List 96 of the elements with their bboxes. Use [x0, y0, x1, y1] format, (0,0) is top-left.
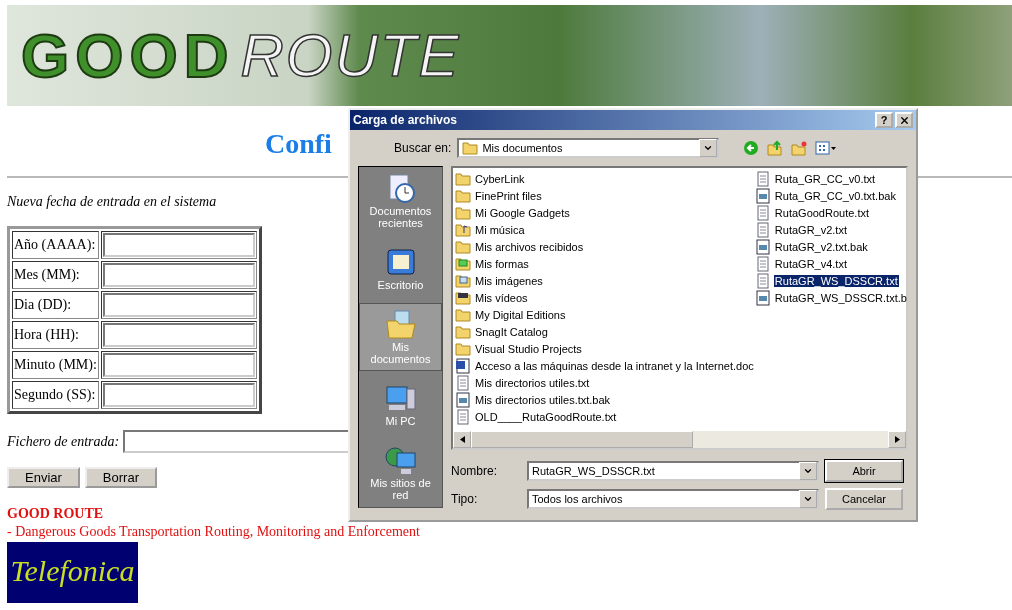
text-file-icon: [754, 221, 771, 238]
text-file-icon: [455, 374, 471, 391]
text-file-icon: [455, 408, 471, 425]
new-folder-icon[interactable]: [791, 140, 808, 156]
view-menu-icon[interactable]: [815, 140, 838, 156]
images-folder-icon: [455, 273, 471, 288]
file-item[interactable]: Mis directorios utiles.txt: [474, 376, 591, 389]
input-field[interactable]: [102, 263, 255, 287]
file-item[interactable]: CyberLink: [474, 172, 526, 185]
folder-icon: [455, 171, 471, 186]
input-field[interactable]: [102, 293, 255, 317]
sponsor-logo: Telefonica: [7, 542, 138, 603]
file-item[interactable]: RutaGR_v2.txt.bak: [773, 240, 869, 253]
file-item[interactable]: RutaGR_WS_DSSCR.txt: [773, 274, 899, 287]
file-item[interactable]: RutaGR_v4.txt: [773, 257, 848, 270]
file-item[interactable]: Mi música: [474, 223, 526, 236]
file-item[interactable]: Visual Studio Projects: [474, 342, 583, 355]
folder-icon: [384, 309, 417, 341]
file-item[interactable]: FinePrint files: [474, 189, 543, 202]
file-item[interactable]: RutaGR_WS_DSSCR.txt.b: [773, 291, 908, 304]
input-field[interactable]: [102, 233, 255, 257]
file-icon: [754, 289, 771, 306]
folder-icon: [455, 239, 471, 254]
file-item[interactable]: Mis directorios utiles.txt.bak: [474, 393, 612, 406]
dialog-title: Carga de archivos: [353, 113, 458, 127]
text-file-icon: [754, 170, 771, 187]
file-item[interactable]: Acceso a las máquinas desde la intranet y la Internet.doc: [474, 359, 755, 372]
input-field[interactable]: [102, 353, 255, 377]
places-label: Mis sitios de red: [369, 477, 432, 501]
footer-text: - Dangerous Goods Transportation Routing, Monitoring and Enforcement: [7, 524, 421, 540]
close-icon: [898, 114, 910, 126]
file-item[interactable]: Ruta_GR_CC_v0.txt: [773, 172, 877, 185]
field-label: Segundo (SS):: [12, 381, 99, 409]
field-label: Dia (DD):: [12, 291, 99, 319]
file-item[interactable]: Ruta_GR_CC_v0.txt.bak: [773, 189, 897, 202]
file-icon: [455, 391, 471, 408]
field-label: Mes (MM):: [12, 261, 99, 289]
folder-dropdown[interactable]: Mis documentos: [457, 138, 720, 158]
field-label: Hora (HH):: [12, 321, 99, 349]
file-item[interactable]: Mis archivos recibidos: [474, 240, 585, 253]
file-icon: [754, 187, 771, 204]
form-button[interactable]: Borrar: [84, 467, 157, 488]
scroll-right-icon: [894, 436, 900, 443]
text-file-icon: [754, 204, 771, 221]
close-button[interactable]: [895, 112, 913, 128]
file-item[interactable]: OLD____RutaGoodRoute.txt: [474, 410, 618, 423]
file-item[interactable]: My Digital Editions: [474, 308, 567, 321]
horizontal-scrollbar[interactable]: [453, 431, 906, 448]
forms-folder-icon: [455, 256, 471, 271]
places-label: Mi PC: [385, 415, 416, 427]
folder-icon: [455, 188, 471, 203]
places-label: Documentos recientes: [368, 205, 433, 229]
text-file-icon: [754, 272, 771, 289]
music-folder-icon: [455, 222, 471, 237]
documents-icon: [462, 141, 479, 155]
places-item[interactable]: Documentos recientes: [359, 167, 442, 235]
field-label: Año (AAAA):: [12, 231, 99, 259]
text-file-icon: [754, 255, 771, 272]
word-document-icon: [455, 357, 471, 374]
field-label: Tipo:: [451, 492, 479, 506]
places-item[interactable]: Escritorio: [359, 235, 442, 303]
folder-icon: [455, 205, 471, 220]
file-item[interactable]: SnagIt Catalog: [474, 325, 549, 338]
file-item[interactable]: Mis vídeos: [474, 291, 529, 304]
folder-icon: [455, 324, 471, 339]
folder-icon: [455, 307, 471, 322]
open-button[interactable]: Abrir: [825, 460, 903, 482]
input-field[interactable]: [102, 383, 255, 407]
file-item[interactable]: RutaGoodRoute.txt: [773, 206, 870, 219]
file-type-dropdown[interactable]: Todos los archivos: [527, 489, 819, 509]
file-item[interactable]: Mi Google Gadgets: [474, 206, 571, 219]
file-name-field[interactable]: RutaGR_WS_DSSCR.txt: [527, 461, 819, 481]
help-button[interactable]: ?: [875, 112, 893, 128]
file-item[interactable]: Mis imágenes: [474, 274, 544, 287]
file-item[interactable]: Mis formas: [474, 257, 530, 270]
places-label: Escritorio: [377, 279, 424, 291]
folder-icon: [455, 341, 471, 356]
section-heading: Nueva fecha de entrada en el sistema: [7, 194, 217, 210]
field-label: Fichero de entrada:: [7, 433, 120, 450]
videos-folder-icon: [455, 290, 471, 305]
logo-text: GOOD: [21, 20, 235, 91]
footer-title: GOOD ROUTE: [7, 506, 105, 522]
file-item[interactable]: RutaGR_v2.txt: [773, 223, 848, 236]
network-icon: [384, 445, 417, 477]
field-label: Buscar en:: [394, 141, 452, 155]
form-button[interactable]: Enviar: [7, 467, 80, 488]
places-item[interactable]: Mis sitios de red: [359, 439, 442, 507]
input-field[interactable]: [102, 323, 255, 347]
field-label: Nombre:: [451, 464, 498, 478]
field-label: Minuto (MM):: [12, 351, 99, 379]
places-label: Mis documentos: [369, 341, 432, 365]
places-item[interactable]: Mi PC: [359, 371, 442, 439]
scroll-left-icon: [459, 436, 465, 443]
page-title: Confi: [265, 128, 332, 160]
file-icon: [754, 238, 771, 255]
cancel-button[interactable]: Cancelar: [825, 488, 903, 510]
